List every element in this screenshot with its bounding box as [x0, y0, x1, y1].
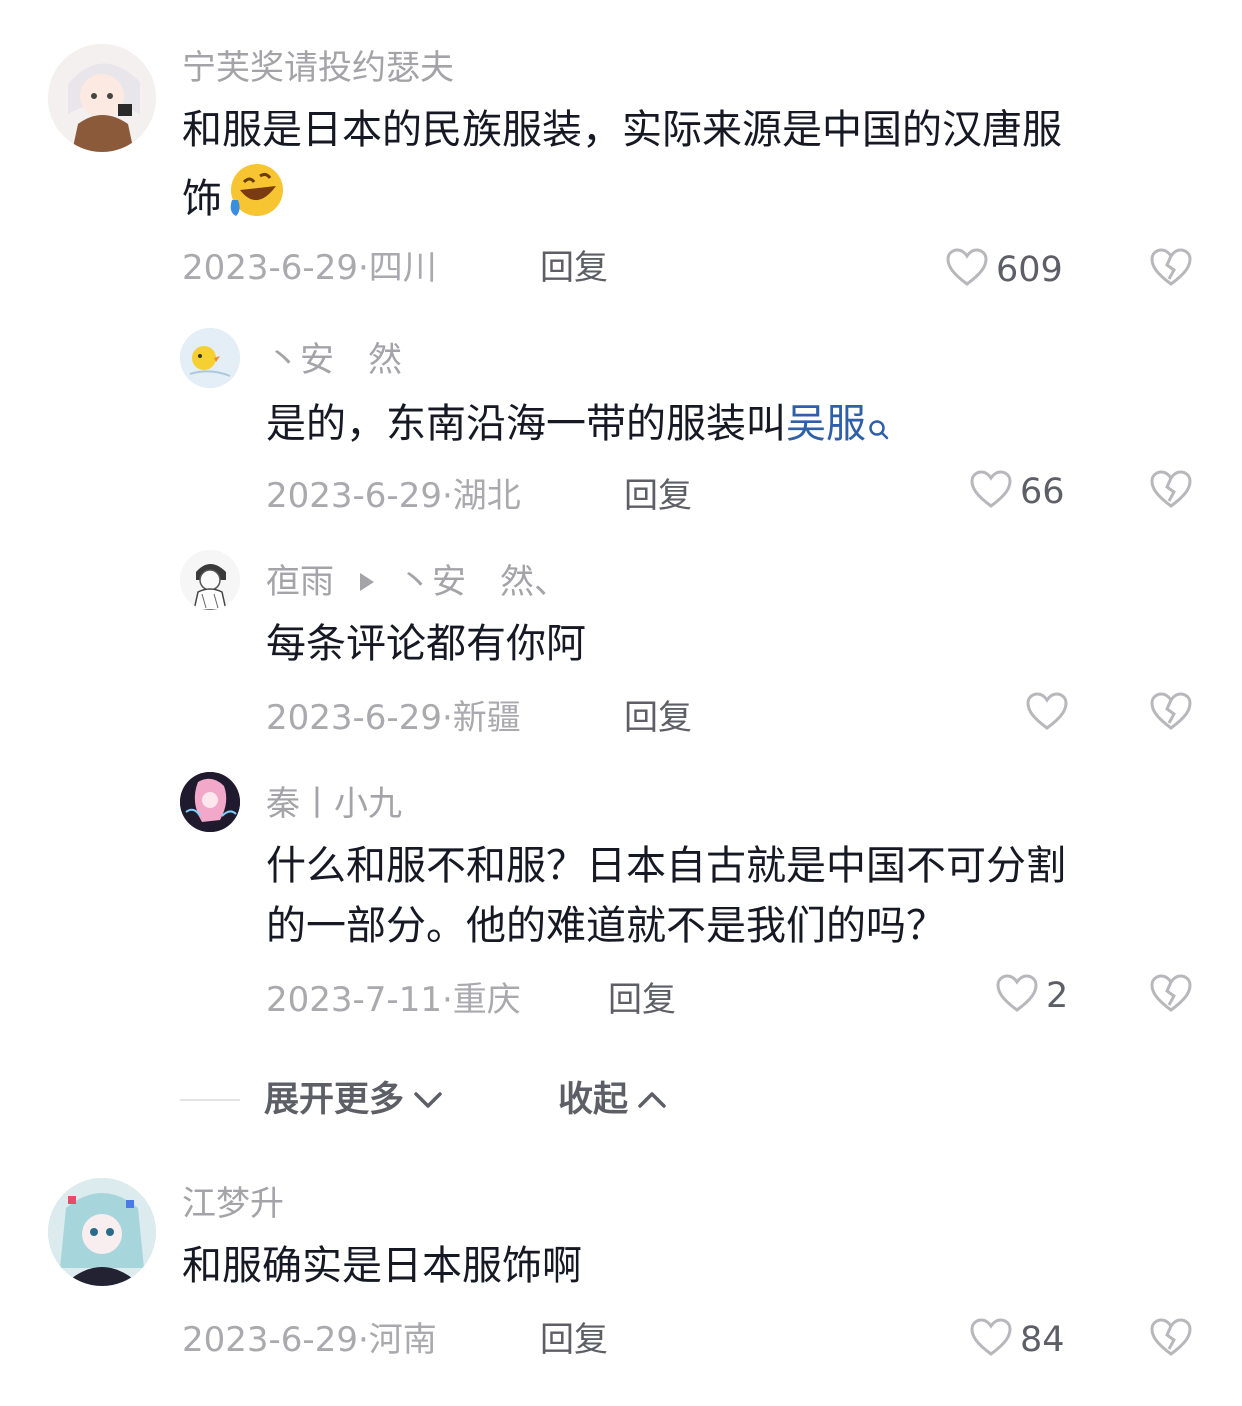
reply-arrow-icon — [358, 562, 376, 602]
heart-icon — [1026, 692, 1068, 736]
broken-heart-icon — [1150, 470, 1192, 514]
search-link[interactable]: 吴服 — [786, 401, 866, 447]
comment-date: 2023-7-11 — [266, 980, 442, 1020]
comment-location: 河南 — [368, 1320, 437, 1360]
chevron-down-icon — [412, 1080, 444, 1120]
comment-text: 是的，东南沿海一带的服装叫吴服 — [266, 394, 1186, 460]
heart-icon — [970, 1318, 1012, 1362]
reply-button[interactable]: 回复 — [624, 476, 692, 516]
avatar[interactable] — [180, 772, 240, 832]
like-count: 2 — [1046, 976, 1069, 1016]
avatar[interactable] — [48, 1178, 156, 1286]
comment-location: 四川 — [368, 248, 437, 288]
expand-more-label: 展开更多 — [264, 1080, 405, 1120]
like-button[interactable]: 2 — [996, 972, 1068, 1020]
comment-username[interactable]: 秦丨小九 — [266, 784, 402, 824]
avatar[interactable] — [180, 550, 240, 610]
comment-username[interactable]: 丶安 然 — [266, 340, 402, 380]
divider — [180, 1099, 240, 1101]
comment-username[interactable]: 宁芙奖请投约瑟夫 — [182, 48, 454, 88]
avatar[interactable] — [48, 44, 156, 152]
reply-button[interactable]: 回复 — [540, 1320, 608, 1360]
reply-button[interactable]: 回复 — [540, 248, 608, 288]
comment-username[interactable]: 亱雨 — [266, 562, 334, 602]
comment-text-line: 饰 — [182, 175, 222, 222]
comment-username-line: 亱雨 丶安 然、 — [266, 562, 568, 602]
heart-icon — [970, 470, 1012, 514]
collapse-label: 收起 — [558, 1080, 629, 1120]
broken-heart-icon — [1150, 248, 1192, 292]
comment-meta: 2023-7-11·重庆 — [266, 980, 521, 1020]
avatar[interactable] — [180, 328, 240, 388]
dislike-button[interactable] — [1150, 692, 1192, 736]
dislike-button[interactable] — [1150, 470, 1192, 514]
reply-button[interactable]: 回复 — [608, 980, 676, 1020]
comment-meta: 2023-6-29·四川 — [182, 248, 437, 288]
like-button[interactable] — [1026, 690, 1076, 738]
search-icon[interactable] — [868, 400, 890, 460]
like-count: 84 — [1020, 1320, 1065, 1360]
comment-text-line: 和服是日本的民族服装，实际来源是中国的汉唐服 — [182, 107, 1062, 153]
comment-text: 每条评论都有你阿 — [266, 621, 586, 667]
comment-location: 重庆 — [452, 980, 521, 1020]
comment-date: 2023-6-29 — [182, 1320, 358, 1360]
broken-heart-icon — [1150, 692, 1192, 736]
heart-icon — [946, 248, 988, 292]
comment-date: 2023-6-29 — [266, 476, 442, 516]
dislike-button[interactable] — [1150, 248, 1192, 292]
dislike-button[interactable] — [1150, 974, 1192, 1018]
comment-text-line: 的一部分。他的难道就不是我们的吗？ — [266, 903, 946, 949]
comment-meta: 2023-6-29·新疆 — [266, 698, 521, 738]
like-button[interactable]: 66 — [970, 468, 1065, 516]
comment-text: 什么和服不和服？日本自古就是中国不可分割 的一部分。他的难道就不是我们的吗？ — [266, 836, 1196, 956]
like-count: 66 — [1020, 472, 1065, 512]
comment-meta: 2023-6-29·河南 — [182, 1320, 437, 1360]
broken-heart-icon — [1150, 1318, 1192, 1362]
comment-date: 2023-6-29 — [182, 248, 358, 288]
comment-date: 2023-6-29 — [266, 698, 442, 738]
comment-location: 新疆 — [452, 698, 521, 738]
broken-heart-icon — [1150, 974, 1192, 1018]
like-button[interactable]: 84 — [970, 1316, 1065, 1364]
like-count: 609 — [996, 250, 1063, 290]
expand-more-button[interactable]: 展开更多 — [264, 1080, 444, 1120]
collapse-button[interactable]: 收起 — [558, 1080, 668, 1120]
heart-icon — [996, 974, 1038, 1018]
comment-text: 和服是日本的民族服装，实际来源是中国的汉唐服 饰 — [182, 100, 1192, 237]
comment-location: 湖北 — [452, 476, 521, 516]
comment-text-line: 什么和服不和服？日本自古就是中国不可分割 — [266, 843, 1066, 889]
reply-button[interactable]: 回复 — [624, 698, 692, 738]
comment-text-content: 是的，东南沿海一带的服装叫 — [266, 401, 786, 447]
dislike-button[interactable] — [1150, 1318, 1192, 1362]
like-button[interactable]: 609 — [946, 246, 1063, 294]
rolling-on-floor-laughing-icon — [226, 160, 288, 237]
chevron-up-icon — [636, 1080, 668, 1120]
comment-username[interactable]: 江梦升 — [182, 1184, 284, 1224]
comment-text: 和服确实是日本服饰啊 — [182, 1243, 582, 1289]
comment-meta: 2023-6-29·湖北 — [266, 476, 521, 516]
reply-target-username[interactable]: 丶安 然、 — [398, 562, 568, 602]
